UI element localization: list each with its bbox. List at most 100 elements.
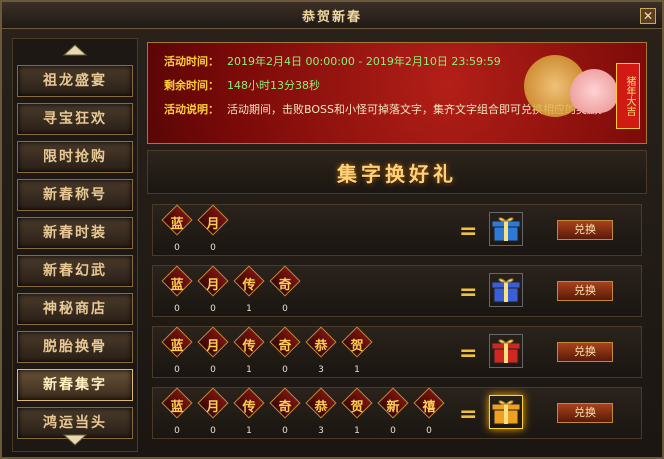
equals-icon: = [459,341,478,366]
sidebar-item[interactable]: 新春时装 [17,217,133,249]
character-glyph: 月 [206,278,220,293]
main-panel: 活动时间： 2019年2月4日 00:00:00 - 2019年2月10日 23:… [147,38,655,452]
character-count: 0 [210,426,216,436]
character-slot[interactable]: 贺1 [341,326,373,377]
character-glyph: 奇 [278,339,292,354]
character-slot[interactable]: 月0 [197,265,229,316]
exchange-button[interactable]: 兑换 [557,342,613,362]
character-glyph: 月 [206,400,220,415]
exchange-button[interactable]: 兑换 [557,281,613,301]
character-glyph: 月 [206,339,220,354]
exchange-row: 蓝 0 月 0 = 兑换 [152,204,642,256]
character-glyph: 新 [386,400,400,415]
character-count: 0 [282,365,288,375]
sidebar-item[interactable]: 脱胎换骨 [17,331,133,363]
character-count: 0 [282,426,288,436]
character-count: 1 [246,365,252,375]
greeting-banner: 猪年大吉 [616,63,640,129]
sidebar-item[interactable]: 寻宝狂欢 [17,103,133,135]
character-glyph: 奇 [278,400,292,415]
character-count: 0 [174,426,180,436]
character-slot[interactable]: 月0 [197,326,229,377]
character-slot[interactable]: 传1 [233,387,265,438]
activity-time-value: 2019年2月4日 00:00:00 - 2019年2月10日 23:59:59 [227,55,501,68]
character-count: 0 [210,304,216,314]
character-count: 3 [318,365,324,375]
character-slot[interactable]: 新0 [377,387,409,438]
title-bar: 恭贺新春 ✕ [2,2,662,29]
event-sidebar: 祖龙盛宴 寻宝狂欢 限时抢购 新春称号 新春时装 新春幻武 神秘商店 脱胎换骨 新春集字 鸿运当头 [12,38,138,452]
character-glyph: 贺 [350,339,364,354]
character-glyph: 蓝 [170,339,184,354]
section-heading: 集字换好礼 [147,150,647,194]
character-glyph: 蓝 [170,400,184,415]
character-slot[interactable]: 蓝0 [161,265,193,316]
character-slot[interactable]: 蓝0 [161,204,193,255]
character-glyph: 蓝 [170,217,184,232]
character-count: 0 [282,304,288,314]
character-slot[interactable]: 月0 [197,204,229,255]
sidebar-item[interactable]: 限时抢购 [17,141,133,173]
character-count: 0 [210,243,216,253]
character-count: 1 [246,304,252,314]
character-glyph: 恭 [314,339,328,354]
character-slot[interactable]: 传1 [233,326,265,377]
pig-mascot-icon [570,69,618,113]
character-glyph: 传 [242,339,256,354]
scroll-down-arrow-icon[interactable] [13,431,137,449]
character-glyph: 贺 [350,400,364,415]
gift-box-icon[interactable] [489,395,523,429]
gift-box-icon[interactable] [489,273,523,307]
sidebar-item[interactable]: 祖龙盛宴 [17,65,133,97]
character-glyph: 蓝 [170,278,184,293]
character-slot[interactable]: 禧0 [413,387,445,438]
remaining-time-label: 剩余时间： [164,79,219,92]
character-count: 0 [390,426,396,436]
window-title: 恭贺新春 [301,10,362,25]
character-slot[interactable]: 恭3 [305,387,337,438]
activity-time-row: 活动时间： 2019年2月4日 00:00:00 - 2019年2月10日 23:… [164,53,501,69]
section-heading-text: 集字换好礼 [337,161,457,186]
close-button[interactable]: ✕ [640,8,656,24]
equals-icon: = [459,280,478,305]
character-count: 1 [354,365,360,375]
character-slot[interactable]: 月0 [197,387,229,438]
character-slot[interactable]: 蓝0 [161,387,193,438]
remaining-time-value: 148小时13分38秒 [227,79,320,92]
character-slot[interactable]: 蓝0 [161,326,193,377]
remaining-time-row: 剩余时间： 148小时13分38秒 [164,77,320,93]
character-glyph: 传 [242,400,256,415]
character-glyph: 禧 [422,400,436,415]
activity-desc-label: 活动说明： [164,103,219,116]
character-count: 3 [318,426,324,436]
sidebar-item[interactable]: 神秘商店 [17,293,133,325]
character-count: 1 [246,426,252,436]
gift-box-icon[interactable] [489,212,523,246]
scroll-up-arrow-icon[interactable] [13,41,137,59]
exchange-row: 蓝 0 月 0 传 1 奇 0 = 兑换 [152,265,642,317]
character-slot[interactable]: 奇0 [269,326,301,377]
gift-box-icon[interactable] [489,334,523,368]
sidebar-item[interactable]: 新春称号 [17,179,133,211]
exchange-button[interactable]: 兑换 [557,220,613,240]
character-slot[interactable]: 恭3 [305,326,337,377]
sidebar-item[interactable]: 新春幻武 [17,255,133,287]
exchange-row: 蓝 0 月 0 传 1 奇 0 恭 3 贺 1 新 0 禧 0 = 兑换 [152,387,642,439]
character-slot[interactable]: 传1 [233,265,265,316]
character-glyph: 传 [242,278,256,293]
character-slot[interactable]: 奇0 [269,265,301,316]
character-glyph: 奇 [278,278,292,293]
character-count: 0 [174,365,180,375]
event-banner: 活动时间： 2019年2月4日 00:00:00 - 2019年2月10日 23:… [147,42,647,144]
character-slot[interactable]: 奇0 [269,387,301,438]
character-count: 0 [426,426,432,436]
character-count: 0 [210,365,216,375]
equals-icon: = [459,219,478,244]
sidebar-nav-list: 祖龙盛宴 寻宝狂欢 限时抢购 新春称号 新春时装 新春幻武 神秘商店 脱胎换骨 新春集字 鸿运当头 [17,65,133,445]
character-slot[interactable]: 贺1 [341,387,373,438]
character-count: 0 [174,243,180,253]
sidebar-item[interactable]: 新春集字 [17,369,133,401]
exchange-button[interactable]: 兑换 [557,403,613,423]
character-glyph: 月 [206,217,220,232]
equals-icon: = [459,402,478,427]
